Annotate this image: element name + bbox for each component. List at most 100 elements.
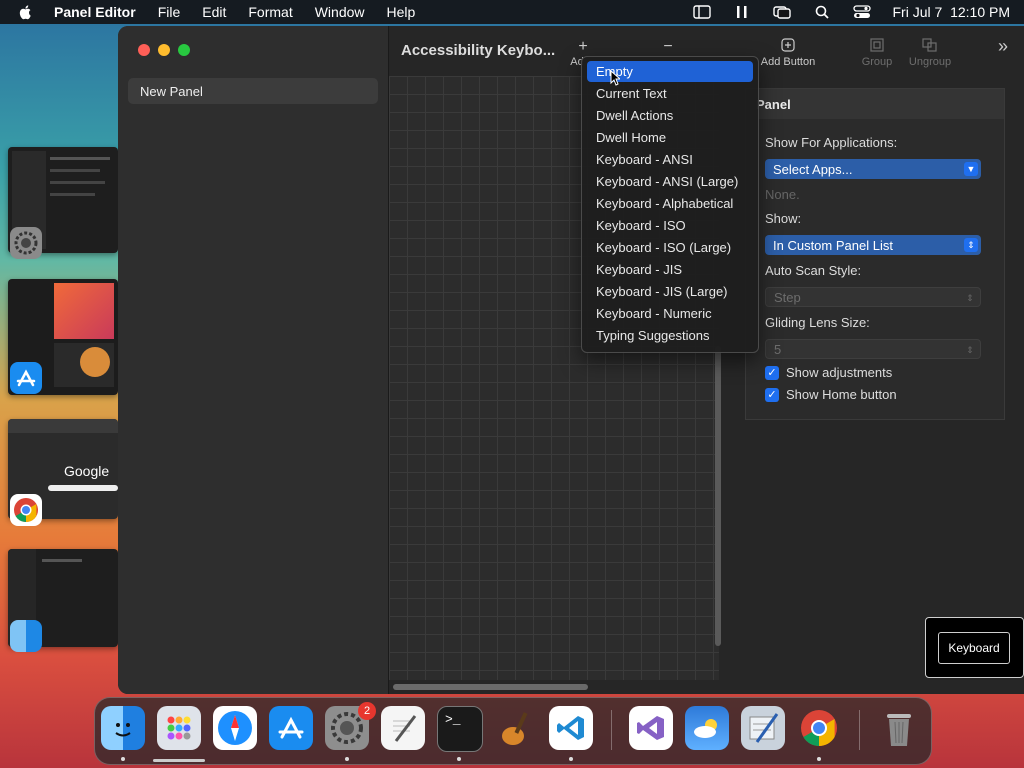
menu-item-current-text[interactable]: Current Text	[587, 83, 753, 104]
running-indicator	[817, 757, 821, 761]
menu-item-keyboard-ansi-large[interactable]: Keyboard - ANSI (Large)	[587, 171, 753, 192]
apps-none-text: None.	[765, 187, 800, 202]
plus-icon: +	[578, 38, 588, 55]
panel-editor-window: New Panel Accessibility Keybo... + Ad − …	[118, 26, 1024, 694]
group-icon	[857, 38, 897, 56]
textedit-icon[interactable]	[381, 706, 425, 750]
show-for-apps-label: Show For Applications:	[765, 135, 898, 150]
running-indicator	[569, 757, 573, 761]
checkmark-icon: ✓	[765, 387, 779, 402]
menu-item-dwell-home[interactable]: Dwell Home	[587, 127, 753, 148]
running-indicator	[457, 757, 461, 761]
remove-toolbar-button[interactable]: −	[653, 38, 683, 56]
menu-bar: Panel Editor File Edit Format Window Hel…	[0, 0, 1024, 24]
close-button[interactable]	[138, 44, 150, 56]
inspector-header: Panel	[746, 89, 1004, 119]
auto-scan-style-popup[interactable]: Step ⇕	[765, 287, 981, 307]
checkmark-icon: ✓	[765, 365, 779, 380]
group-toolbar-button[interactable]: Group	[857, 38, 897, 68]
sidebar-toggle-icon[interactable]	[692, 4, 711, 20]
up-down-chevron-icon: ⇕	[966, 292, 974, 303]
ungroup-icon	[903, 38, 957, 56]
up-down-chevron-icon: ⇕	[964, 238, 978, 252]
minus-icon: −	[663, 38, 673, 55]
menu-file[interactable]: File	[158, 4, 181, 20]
zoom-button[interactable]	[178, 44, 190, 56]
window-title: Accessibility Keybo...	[401, 42, 556, 59]
app-store-icon[interactable]	[269, 706, 313, 750]
add-panel-dropdown-menu: Empty Current Text Dwell Actions Dwell H…	[581, 56, 759, 353]
safari-icon[interactable]	[213, 706, 257, 750]
show-adjustments-label: Show adjustments	[786, 365, 893, 380]
pause-icon[interactable]	[733, 4, 751, 20]
minimize-button[interactable]	[158, 44, 170, 56]
mouse-pointer-icon	[610, 70, 620, 86]
gliding-lens-size-label: Gliding Lens Size:	[765, 315, 870, 330]
menubar-clock[interactable]: Fri Jul 7 12:10 PM	[893, 4, 1011, 20]
terminal-icon[interactable]: >_	[437, 706, 483, 752]
add-button-label: Add Button	[760, 56, 816, 68]
notification-badge: 2	[358, 702, 376, 720]
up-down-chevron-icon: ⇕	[966, 344, 974, 355]
menu-item-keyboard-jis-large[interactable]: Keyboard - JIS (Large)	[587, 281, 753, 302]
screen-mirroring-icon[interactable]	[772, 4, 791, 20]
spotlight-search-icon[interactable]	[813, 4, 831, 20]
select-apps-popup[interactable]: Select Apps... ▼	[765, 159, 981, 179]
panel-inspector: Panel Show For Applications: Select Apps…	[745, 88, 1005, 420]
panel-sidebar: New Panel	[118, 26, 389, 694]
running-indicator	[121, 757, 125, 761]
menu-item-dwell-actions[interactable]: Dwell Actions	[587, 105, 753, 126]
toolbar-overflow-button[interactable]: »	[993, 36, 1013, 56]
app-menu-title[interactable]: Panel Editor	[54, 4, 136, 20]
chrome-icon[interactable]	[797, 706, 841, 750]
weather-icon[interactable]	[685, 706, 729, 750]
menu-window[interactable]: Window	[315, 4, 365, 20]
show-home-button-checkbox[interactable]: ✓ Show Home button	[765, 387, 897, 402]
visual-studio-icon[interactable]	[629, 706, 673, 750]
menu-item-keyboard-jis[interactable]: Keyboard - JIS	[587, 259, 753, 280]
running-indicator	[345, 757, 349, 761]
menu-item-keyboard-iso-large[interactable]: Keyboard - ISO (Large)	[587, 237, 753, 258]
canvas-vertical-scrollbar[interactable]	[715, 346, 721, 646]
show-home-button-label: Show Home button	[786, 387, 897, 402]
control-center-icon[interactable]	[852, 4, 871, 20]
group-label: Group	[861, 56, 893, 68]
chevron-down-icon: ▼	[964, 162, 978, 176]
menu-item-typing-suggestions[interactable]: Typing Suggestions	[587, 325, 753, 346]
apple-menu-icon[interactable]	[18, 4, 34, 20]
finder-thumb-icon[interactable]	[10, 620, 42, 652]
dock-separator	[859, 710, 860, 750]
show-popup[interactable]: In Custom Panel List ⇕	[765, 235, 981, 255]
menu-edit[interactable]: Edit	[202, 4, 226, 20]
menu-help[interactable]: Help	[387, 4, 416, 20]
ungroup-label: Ungroup	[908, 56, 952, 68]
ungroup-toolbar-button[interactable]: Ungroup	[903, 38, 957, 68]
menu-format[interactable]: Format	[248, 4, 292, 20]
trash-icon[interactable]	[877, 706, 921, 750]
gliding-lens-size-value: 5	[774, 341, 782, 357]
system-settings-thumb-icon[interactable]	[10, 227, 42, 259]
finder-icon[interactable]	[101, 706, 145, 750]
canvas-horizontal-scrollbar[interactable]	[393, 684, 588, 690]
chevron-double-right-icon: »	[997, 36, 1008, 56]
vscode-icon[interactable]	[549, 706, 593, 750]
gliding-lens-size-popup[interactable]: 5 ⇕	[765, 339, 981, 359]
show-adjustments-checkbox[interactable]: ✓ Show adjustments	[765, 365, 892, 380]
app-store-thumb-icon[interactable]	[10, 362, 42, 394]
dock-separator	[611, 710, 612, 750]
menu-item-keyboard-ansi[interactable]: Keyboard - ANSI	[587, 149, 753, 170]
editor-icon[interactable]	[741, 706, 785, 750]
google-logo-text: Google	[64, 463, 110, 479]
menu-item-keyboard-iso[interactable]: Keyboard - ISO	[587, 215, 753, 236]
menu-item-keyboard-alphabetical[interactable]: Keyboard - Alphabetical	[587, 193, 753, 214]
sidebar-item-new-panel[interactable]: New Panel	[128, 78, 378, 104]
dock-scroll-indicator	[153, 759, 205, 762]
garageband-icon[interactable]	[493, 706, 537, 750]
chrome-thumb-icon[interactable]	[10, 494, 42, 526]
accessibility-keyboard-widget: Keyboard	[925, 617, 1024, 678]
keyboard-button[interactable]: Keyboard	[938, 632, 1010, 664]
add-button-toolbar-button[interactable]: Add Button	[755, 38, 821, 68]
launchpad-icon[interactable]	[157, 706, 201, 750]
menu-item-keyboard-numeric[interactable]: Keyboard - Numeric	[587, 303, 753, 324]
show-label: Show:	[765, 211, 802, 226]
